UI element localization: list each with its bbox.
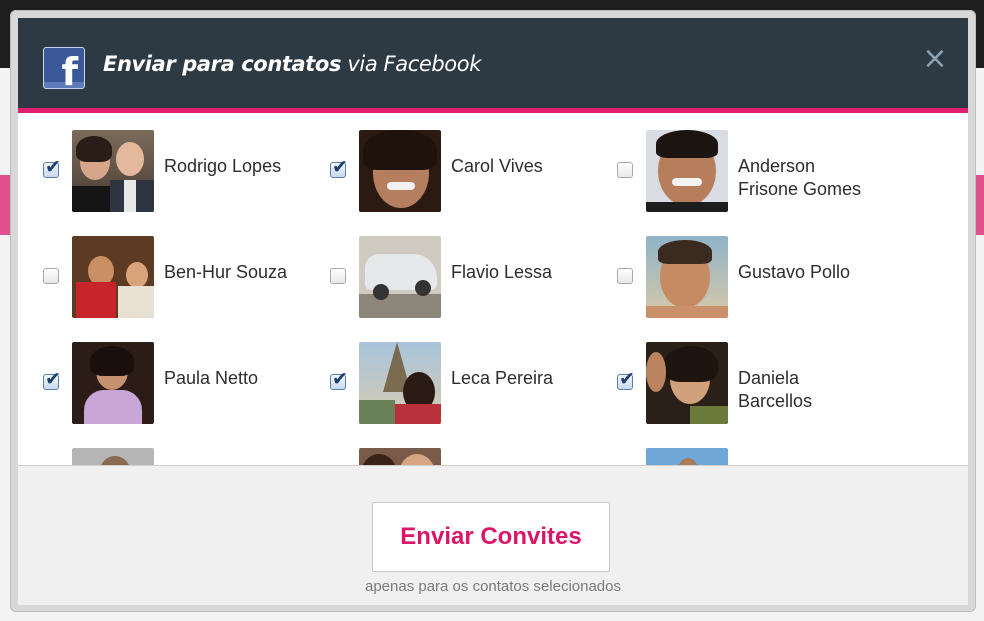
contact-name: Flavio Lessa — [451, 262, 553, 282]
dialog-title: Enviar para contatos via Facebook — [103, 52, 481, 76]
contact-item[interactable]: Gustavo Pollo — [592, 231, 872, 321]
contact-checkbox[interactable]: ✔ — [43, 369, 61, 390]
contact-photo — [359, 130, 441, 212]
contact-name: Carol Vives — [451, 156, 543, 176]
contact-photo — [359, 448, 441, 465]
contact-list[interactable]: ✔ Rodrigo Lopes ✔ Carol Vives Anderson F… — [18, 113, 968, 465]
contact-checkbox[interactable] — [43, 268, 59, 284]
dialog-header: f Enviar para contatos via Facebook × — [18, 18, 968, 113]
facebook-logo-icon: f — [43, 47, 85, 91]
contact-photo — [646, 342, 728, 424]
dialog-footer: Enviar Convites apenas para os contatos … — [18, 465, 968, 605]
contact-checkbox[interactable] — [617, 268, 633, 284]
contact-checkbox[interactable]: ✔ — [330, 157, 348, 178]
contact-name: Ben-Hur Souza — [164, 262, 288, 282]
contact-item[interactable]: ✔ Leca Pereira — [305, 337, 585, 427]
contact-name: Leca Pereira — [451, 368, 554, 388]
contact-name: Gustavo Pollo — [738, 262, 851, 282]
contact-photo — [359, 236, 441, 318]
contact-item[interactable]: ✔ Rodrigo Lopes — [18, 125, 298, 215]
checkmark-icon: ✔ — [332, 368, 348, 390]
contact-item[interactable]: ✔ Carol Vives — [305, 125, 585, 215]
contact-name: Rodrigo Lopes — [164, 156, 282, 176]
contact-item[interactable] — [305, 443, 585, 465]
contact-photo — [359, 342, 441, 424]
dialog-title-via: via Facebook — [341, 52, 481, 76]
send-invites-button[interactable]: Enviar Convites — [372, 502, 610, 572]
contact-item[interactable]: Flavio Lessa — [305, 231, 585, 321]
checkmark-icon: ✔ — [45, 368, 61, 390]
contact-checkbox[interactable] — [617, 162, 633, 178]
contact-photo — [646, 448, 728, 465]
contact-checkbox[interactable]: ✔ — [43, 157, 61, 178]
contact-name: Anderson Frisone Gomes — [738, 156, 862, 199]
contact-checkbox[interactable]: ✔ — [330, 369, 348, 390]
close-icon[interactable]: × — [922, 44, 948, 74]
contact-item[interactable] — [592, 443, 872, 465]
contact-photo — [72, 130, 154, 212]
contact-checkbox[interactable] — [330, 268, 346, 284]
contact-name: Paula Netto — [164, 368, 259, 388]
contact-photo — [646, 236, 728, 318]
contact-checkbox[interactable]: ✔ — [617, 369, 635, 390]
contact-item[interactable]: Anderson Frisone Gomes — [592, 125, 872, 215]
contact-name: Daniela Barcellos — [738, 368, 813, 411]
dialog-title-bold: Enviar para contatos — [103, 52, 342, 76]
checkmark-icon: ✔ — [332, 156, 348, 178]
send-hint-text: apenas para os contatos selecionados — [364, 578, 621, 595]
contact-item[interactable]: ✔ Paula Netto — [18, 337, 298, 427]
checkmark-icon: ✔ — [45, 156, 61, 178]
contact-item[interactable]: ✔ Daniela Barcellos — [592, 337, 872, 427]
contact-photo — [646, 130, 728, 212]
contact-item[interactable] — [18, 443, 298, 465]
checkmark-icon: ✔ — [619, 368, 635, 390]
contact-item[interactable]: Ben-Hur Souza — [18, 231, 298, 321]
invite-dialog: f Enviar para contatos via Facebook × ✔ … — [10, 10, 976, 612]
contact-photo — [72, 448, 154, 465]
contact-photo — [72, 342, 154, 424]
contact-photo — [72, 236, 154, 318]
